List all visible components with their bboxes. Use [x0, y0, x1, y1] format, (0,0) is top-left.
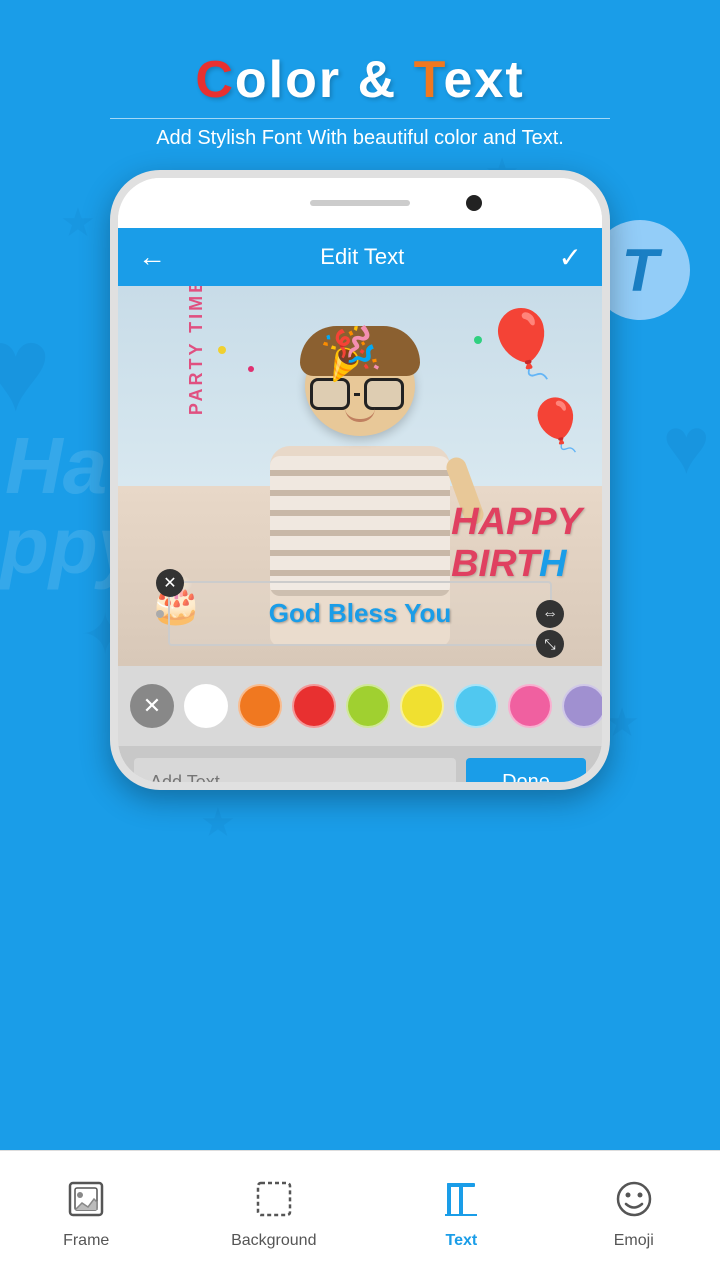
emoji-nav-icon: [606, 1171, 661, 1226]
app-title: Color & Text: [0, 50, 720, 110]
glass-right: [364, 378, 404, 410]
frame-nav-icon: [59, 1171, 114, 1226]
text-resize-handle[interactable]: ⤡: [536, 630, 564, 658]
color-pink[interactable]: [508, 684, 552, 728]
color-yellow[interactable]: [400, 684, 444, 728]
glasses-bridge: [354, 393, 360, 396]
app-header: Color & Text Add Stylish Font With beaut…: [0, 0, 720, 160]
phone-speaker: [310, 200, 410, 206]
text-delete-handle[interactable]: ✕: [156, 569, 184, 597]
text-nav-icon: [434, 1171, 489, 1226]
confetti-3: [474, 336, 482, 344]
phone-mockup: ← Edit Text ✓: [110, 170, 610, 790]
frame-nav-label: Frame: [63, 1232, 109, 1250]
photo-area: PARTY TIME 🎈 🎈 🎉 HAPPYBIRTH 🎂 ✕ ⇔: [118, 286, 602, 666]
done-button[interactable]: Done: [466, 758, 586, 790]
phone-wrapper: ← Edit Text ✓: [0, 170, 720, 790]
back-arrow-button[interactable]: ←: [138, 241, 166, 273]
glasses: [310, 378, 410, 410]
text-nav-label: Text: [446, 1232, 478, 1250]
color-orange[interactable]: [238, 684, 282, 728]
edit-text-bar: ← Edit Text ✓: [118, 228, 602, 286]
nav-item-frame[interactable]: Frame: [39, 1161, 134, 1260]
close-icon: ✕: [143, 693, 161, 719]
background-nav-label: Background: [231, 1232, 316, 1250]
text-overlay-content: God Bless You: [269, 598, 452, 629]
smile: [345, 408, 375, 422]
color-green[interactable]: [346, 684, 390, 728]
color-purple[interactable]: [562, 684, 606, 728]
confetti-1: [218, 346, 226, 354]
color-cyan[interactable]: [454, 684, 498, 728]
title-olor: olor &: [235, 51, 414, 109]
nav-item-background[interactable]: Background: [211, 1161, 336, 1260]
shirt: [270, 456, 450, 596]
balloon-teal: 🎈: [481, 306, 562, 382]
title-t-letter: T: [414, 51, 444, 109]
bottom-nav-bar: Frame Background Text: [0, 1150, 720, 1280]
title-c-letter: C: [195, 51, 235, 109]
color-white[interactable]: [184, 684, 228, 728]
edit-text-title: Edit Text: [320, 244, 404, 270]
color-palette-bar: ✕: [118, 666, 602, 746]
text-overlay-box[interactable]: ✕ ⇔ ⤡ God Bless You: [168, 581, 552, 646]
background-nav-icon: [246, 1171, 301, 1226]
app-subtitle: Add Stylish Font With beautiful color an…: [0, 127, 720, 150]
nav-item-emoji[interactable]: Emoji: [586, 1161, 681, 1260]
text-left-handle: [156, 610, 164, 618]
color-red[interactable]: [292, 684, 336, 728]
title-ext: ext: [443, 51, 524, 109]
confetti-2: [248, 366, 254, 372]
add-text-input[interactable]: [134, 758, 456, 790]
text-resize-horizontal-handle[interactable]: ⇔: [536, 600, 564, 628]
confirm-button[interactable]: ✓: [559, 241, 582, 274]
photo-background: PARTY TIME 🎈 🎈 🎉 HAPPYBIRTH 🎂 ✕ ⇔: [118, 286, 602, 666]
happy-birthday-text: HAPPYBIRTH: [451, 502, 582, 586]
add-text-row: Done: [118, 746, 602, 790]
phone-side-button: [606, 450, 610, 510]
color-palette-close-button[interactable]: ✕: [130, 684, 174, 728]
phone-camera: [466, 195, 482, 211]
party-time-sticker: PARTY TIME: [186, 286, 207, 415]
phone-notch: [118, 178, 602, 228]
title-underline: [110, 118, 610, 119]
nav-item-text[interactable]: Text: [414, 1161, 509, 1260]
emoji-nav-label: Emoji: [614, 1232, 654, 1250]
bg-star-3: ★: [200, 800, 236, 846]
balloon-blue: 🎈: [525, 396, 587, 455]
